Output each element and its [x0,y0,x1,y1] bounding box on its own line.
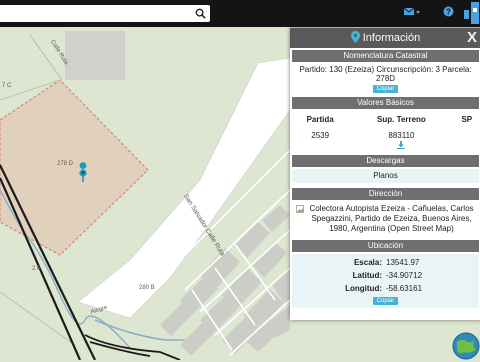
map-label-280b: 280 B [139,285,155,291]
valores-table: Partida Sup. Terreno SP 2539 883110 [290,109,480,153]
latitud-value: -34.90712 [386,271,423,280]
section-direccion-header: Dirección [292,188,479,200]
search-input[interactable] [0,5,186,22]
map-label-7c: 7 C [2,83,12,89]
cell-sp [453,128,480,140]
cell-partida: 2539 [311,131,330,140]
panel-header: Información X [290,28,480,48]
col-partida: Partida [306,115,334,124]
section-nomenclatura-header: Nomenclatura Catastral [292,50,479,62]
panel-title: Información [362,32,421,44]
longitud-label: Longitud: [345,284,382,293]
longitud-row: Longitud: -58.63161 [292,282,479,295]
planos-link-row: Planos [292,169,479,183]
col-sup-terreno: Sup. Terreno [377,115,426,124]
question-icon[interactable]: ? [443,6,454,17]
col-sp: SP [461,115,473,124]
map-label-2a: 2 A [32,266,41,272]
search-box [0,5,210,22]
nomenclatura-text: Partido: 130 (Ezeiza) Circunscripción: 3… [299,65,472,83]
envelope-icon[interactable] [404,7,420,17]
table-header-row: Partida Sup. Terreno SP [290,109,480,128]
section-valores-header: Valores Básicos [292,97,479,109]
section-nomenclatura-body: Partido: 130 (Ezeiza) Circunscripción: 3… [290,62,480,95]
download-icon[interactable] [397,141,406,149]
section-descargas-header: Descargas [292,155,479,167]
escala-label: Escala: [353,258,382,267]
globe-logo-icon [452,332,480,360]
table-row: 2539 883110 [290,128,480,140]
search-icon[interactable] [195,8,206,19]
layers-icon[interactable] [460,2,480,24]
table-row-download [290,140,480,153]
info-panel: Información X Nomenclatura Catastral Par… [290,28,480,320]
top-bar: ? [0,0,480,27]
copy-coordinates-button[interactable]: Copiar [372,297,399,305]
planos-link[interactable]: Planos [373,171,397,180]
direccion-text: Colectora Autopista Ezeiza - Cañuelas, C… [309,204,474,233]
direccion-body: Colectora Autopista Ezeiza - Cañuelas, C… [290,200,480,238]
section-ubicacion-header: Ubicación [292,240,479,252]
copy-nomenclatura-button[interactable]: Copiar [372,85,399,93]
close-button[interactable]: X [467,28,477,48]
image-placeholder-icon [296,205,304,213]
escala-value: 13541.97 [386,258,420,267]
map-label-parcel: 278 D [57,161,74,167]
longitud-value: -58.63161 [386,284,423,293]
latitud-label: Latitud: [352,271,382,280]
latitud-row: Latitud: -34.90712 [292,269,479,282]
svg-text:?: ? [446,8,451,17]
ubicacion-body: Escala: 13541.97 Latitud: -34.90712 Long… [292,254,479,308]
escala-row: Escala: 13541.97 [292,256,479,269]
cell-sup-terreno: 883110 [388,131,415,140]
location-pin-icon [350,31,360,43]
